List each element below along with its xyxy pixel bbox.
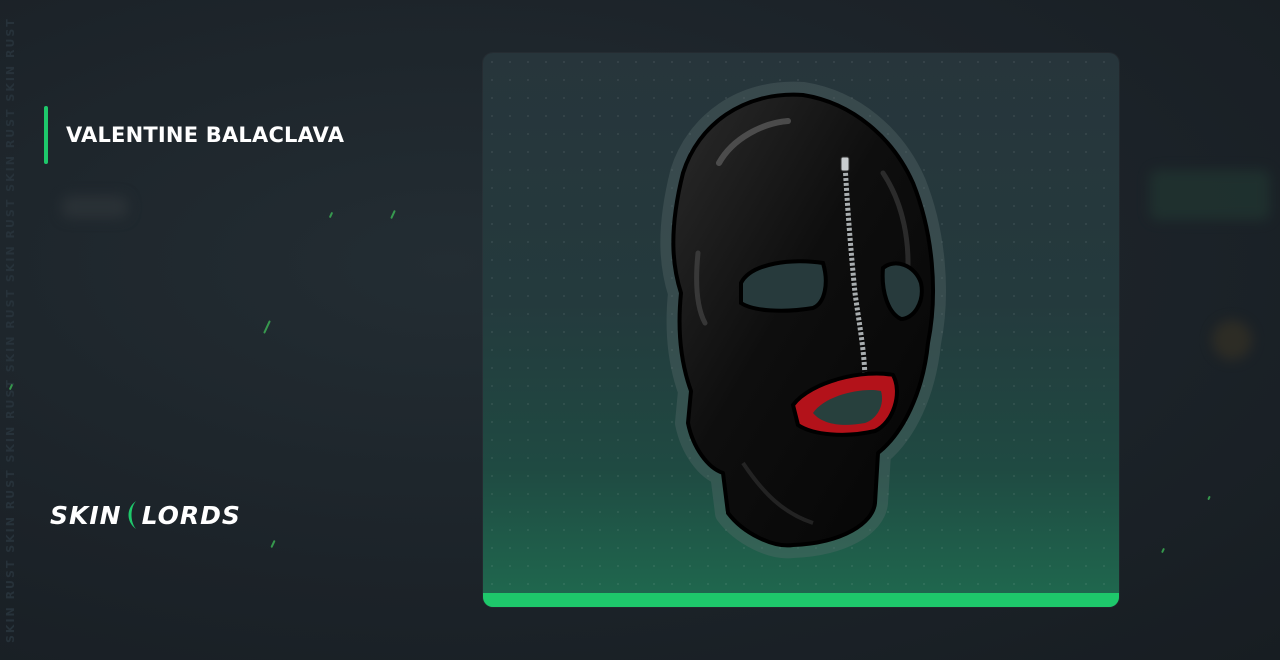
item-title: VALENTINE BALACLAVA xyxy=(66,123,345,147)
blurred-coin-right xyxy=(1212,320,1252,360)
spark xyxy=(390,209,396,220)
logo-text-left: SKIN xyxy=(50,500,122,530)
rarity-bar xyxy=(483,593,1119,607)
logo-text-right: LORDS xyxy=(141,500,241,530)
mask-eye-hole-left xyxy=(739,259,828,313)
item-image-card xyxy=(483,53,1119,607)
spark xyxy=(270,539,276,549)
zipper-pull xyxy=(840,156,850,172)
mask-icon xyxy=(660,81,946,559)
title-block: VALENTINE BALACLAVA xyxy=(44,106,344,164)
crescent-mark-icon xyxy=(128,501,136,529)
spark xyxy=(1161,547,1165,554)
side-watermark: SKIN RUST SKIN RUST SKIN RUST SKIN RUST … xyxy=(4,17,17,643)
title-accent-bar xyxy=(44,106,48,164)
spark xyxy=(1207,495,1211,501)
skinlords-logo: SKIN LORDS xyxy=(50,500,241,530)
spark xyxy=(328,211,334,219)
spark xyxy=(263,320,271,334)
blurred-panel-right xyxy=(1150,170,1270,220)
blurred-badge xyxy=(62,196,128,218)
